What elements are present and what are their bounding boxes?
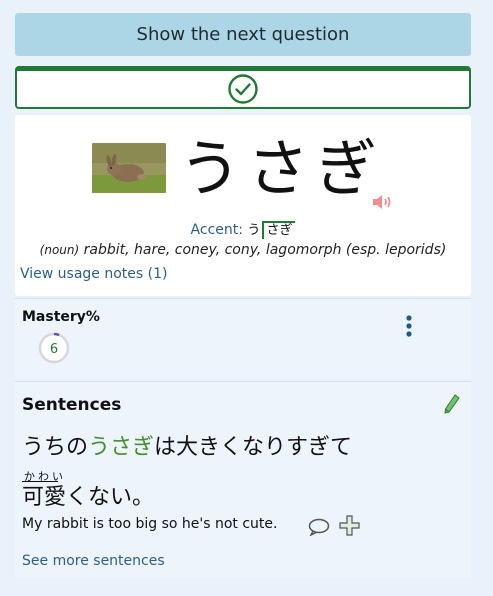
add-icon[interactable] <box>339 515 360 536</box>
more-options-icon[interactable] <box>405 315 413 337</box>
sentence-jp-after: は大きくなりすぎて <box>154 435 353 460</box>
accent-line: Accent: うさぎ <box>15 219 471 239</box>
check-circle-icon <box>228 74 258 104</box>
vocab-card: うさぎ Accent: うさぎ (noun) rabbit, hare, con… <box>15 115 471 296</box>
definition: (noun) rabbit, hare, coney, cony, lagomo… <box>15 242 471 258</box>
accent-label: Accent: <box>190 222 243 238</box>
sentence-jp-before: うちの <box>22 435 89 460</box>
study-view: Show the next question うさぎ Accent: う さぎ … <box>15 13 471 578</box>
accent-high: さぎ <box>262 221 296 239</box>
definition-text: rabbit, hare, coney, cony, lagomorph (es… <box>83 242 447 258</box>
sentences-panel: Sentences うちのうさぎは大きくなりすぎて かわい 可愛くない。 My … <box>15 381 471 578</box>
usage-notes-link[interactable]: View usage notes (1) <box>20 266 168 282</box>
next-question-button[interactable]: Show the next question <box>15 13 471 56</box>
sentence-japanese: うちのうさぎは大きくなりすぎて <box>22 434 402 462</box>
vocab-word: うさぎ <box>179 132 384 205</box>
mastery-panel: Mastery% 6 <box>15 298 471 379</box>
mastery-ring: 6 <box>38 332 70 364</box>
comment-icon[interactable] <box>308 518 330 536</box>
sentence-english: My rabbit is too big so he's not cute. <box>22 516 278 532</box>
sentence-jp-highlight: うさぎ <box>88 435 155 460</box>
rabbit-photo <box>92 143 166 193</box>
part-of-speech: (noun) <box>39 243 80 257</box>
see-more-sentences-link[interactable]: See more sentences <box>22 553 165 569</box>
speaker-icon[interactable] <box>372 193 394 211</box>
mastery-title: Mastery% <box>22 309 100 325</box>
sentence-jp-line2: 可愛くない。 <box>22 485 155 510</box>
sentences-title: Sentences <box>22 395 122 415</box>
pencil-icon[interactable] <box>443 393 461 415</box>
accent-low: う <box>247 223 261 238</box>
next-question-label: Show the next question <box>136 24 350 45</box>
mastery-value: 6 <box>50 342 58 357</box>
result-indicator <box>15 66 471 109</box>
